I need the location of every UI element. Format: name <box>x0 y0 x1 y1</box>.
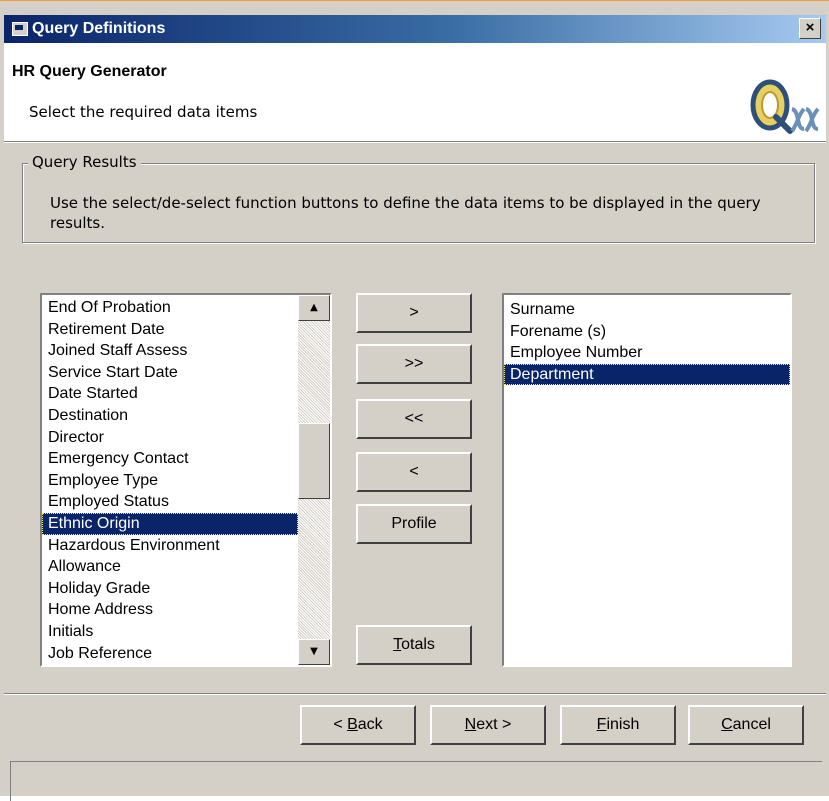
header-subtitle: Select the required data items <box>29 103 258 121</box>
available-list-item[interactable]: Employed Status <box>42 491 298 513</box>
scroll-thumb[interactable] <box>298 423 330 499</box>
available-list-item[interactable]: Home Address <box>42 599 298 621</box>
window-icon <box>12 22 28 36</box>
selected-items-list[interactable]: Surname Forename (s) Employee Number Depart… <box>502 293 792 667</box>
add-one-button[interactable]: > <box>356 293 472 333</box>
cancel-button[interactable]: Cancel <box>688 705 804 745</box>
query-results-instructions: Use the select/de-select function button… <box>50 194 761 232</box>
next-label: ext > <box>476 716 512 733</box>
available-list-item[interactable]: Employee Type <box>42 470 298 492</box>
selected-list-item[interactable]: Surname <box>504 299 790 321</box>
available-list-item[interactable]: End Of Probation <box>42 297 298 319</box>
wizard-header: HR Query Generator Select the required d… <box>4 43 826 141</box>
available-list-item[interactable]: Holiday Grade <box>42 578 298 600</box>
available-list-item[interactable]: Emergency Contact <box>42 448 298 470</box>
totals-label: otals <box>401 636 435 653</box>
available-list-item[interactable]: Initials <box>42 621 298 643</box>
footer-divider <box>4 693 826 695</box>
back-button[interactable]: < Back <box>300 705 416 745</box>
selected-list-item[interactable]: Department <box>504 363 790 386</box>
back-accesskey: B <box>347 716 358 733</box>
available-list-item[interactable]: Destination <box>42 405 298 427</box>
available-items-list[interactable]: End Of Probation Retirement Date Joined St… <box>40 293 332 667</box>
window-title: Query Definitions <box>32 20 166 37</box>
query-results-legend: Query Results <box>28 153 141 171</box>
cancel-label: ancel <box>732 716 771 733</box>
close-button[interactable]: × <box>799 18 821 39</box>
qx-logo-icon <box>750 79 820 134</box>
available-list-item[interactable]: Joined Staff Assess <box>42 340 298 362</box>
scroll-up-arrow-icon[interactable]: ▲ <box>298 295 330 321</box>
back-label: ack <box>357 716 383 733</box>
selected-list-item[interactable]: Employee Number <box>504 342 790 364</box>
available-list-item[interactable]: Ethnic Origin <box>42 512 298 535</box>
available-list-item[interactable]: Hazardous Environment <box>42 535 298 557</box>
back-prefix: < <box>333 716 348 733</box>
scroll-down-arrow-icon[interactable]: ▼ <box>298 639 330 665</box>
query-definitions-window: Query Definitions × HR Query Generator S… <box>0 0 829 801</box>
title-bar[interactable]: Query Definitions × <box>4 15 826 43</box>
header-title: HR Query Generator <box>12 63 167 80</box>
next-accesskey: N <box>464 716 477 733</box>
finish-accesskey: F <box>596 716 607 733</box>
next-button[interactable]: Next > <box>430 705 546 745</box>
finish-button[interactable]: Finish <box>560 705 676 745</box>
available-list-item[interactable]: Allowance <box>42 556 298 578</box>
selected-items: Surname Forename (s) Employee Number Depart… <box>504 299 790 386</box>
remove-one-button[interactable]: < <box>356 452 472 492</box>
selected-list-item[interactable]: Forename (s) <box>504 321 790 343</box>
available-list-item[interactable]: Service Start Date <box>42 362 298 384</box>
status-panel <box>10 761 822 801</box>
header-divider <box>4 141 826 143</box>
add-all-button[interactable]: >> <box>356 344 472 384</box>
cancel-accesskey: C <box>721 716 733 733</box>
finish-label: inish <box>606 716 640 733</box>
profile-button[interactable]: Profile <box>356 504 472 544</box>
available-items: End Of Probation Retirement Date Joined St… <box>42 297 298 664</box>
remove-all-button[interactable]: << <box>356 399 472 439</box>
totals-accesskey: T <box>393 636 402 653</box>
available-items-scrollbar[interactable]: ▲ ▼ <box>298 295 330 665</box>
available-list-item[interactable]: Date Started <box>42 383 298 405</box>
available-list-item[interactable]: Retirement Date <box>42 319 298 341</box>
available-list-item[interactable]: Director <box>42 427 298 449</box>
available-list-item[interactable]: Job Reference <box>42 643 298 665</box>
totals-button[interactable]: Totals <box>356 625 472 665</box>
